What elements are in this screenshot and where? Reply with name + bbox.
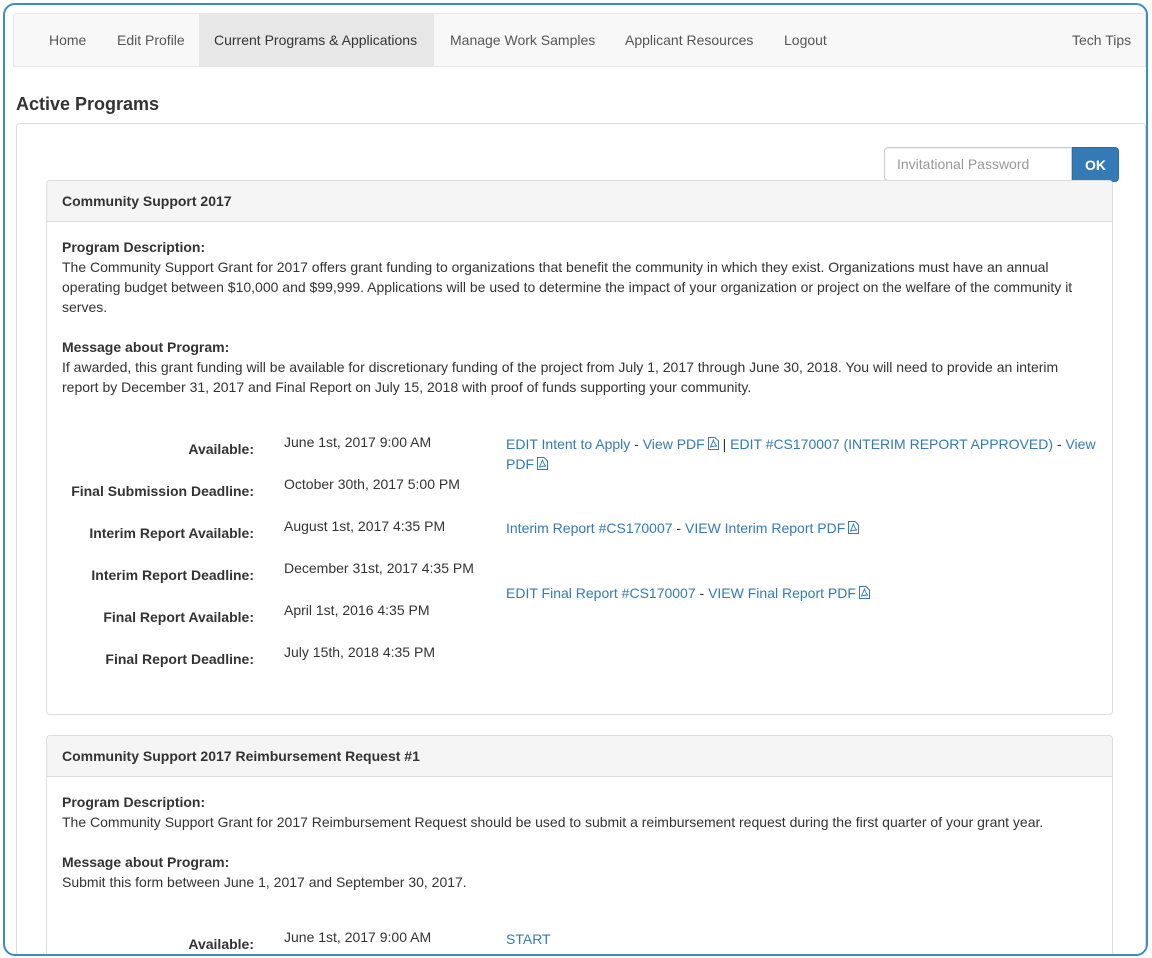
view-pdf-link-label: View PDF	[642, 436, 705, 452]
view-pdf-link[interactable]: View PDF	[643, 436, 719, 452]
program-description-label: Program Description:	[62, 239, 206, 255]
final-report-deadline-label: Final Report Deadline:	[105, 651, 254, 667]
program-panel: Community Support 2017 Program Descripti…	[46, 180, 1113, 715]
program-description: The Community Support Grant for 2017 off…	[62, 259, 1073, 315]
link-separator: -	[1053, 436, 1066, 452]
final-report-deadline-date: July 15th, 2018 4:35 PM	[284, 644, 435, 660]
final-report-available-label: Final Report Available:	[103, 609, 254, 625]
program-panel: Community Support 2017 Reimbursement Req…	[46, 735, 1113, 954]
link-separator: -	[630, 436, 643, 452]
link-separator: -	[672, 520, 685, 536]
program-title: Community Support 2017 Reimbursement Req…	[47, 736, 1112, 777]
edit-intent-link[interactable]: EDIT Intent to Apply	[506, 436, 630, 452]
program-body: Program Description: The Community Suppo…	[47, 777, 1112, 892]
application-links: EDIT Intent to Apply - View PDF | EDIT #…	[506, 434, 1096, 474]
program-body: Program Description: The Community Suppo…	[47, 222, 1112, 397]
app-frame: Home Edit Profile Current Programs & App…	[3, 3, 1148, 956]
nav-tech-tips[interactable]: Tech Tips	[1057, 14, 1146, 66]
interim-report-deadline-date: December 31st, 2017 4:35 PM	[284, 560, 474, 576]
interim-report-links: Interim Report #CS170007 - VIEW Interim …	[506, 518, 1096, 538]
top-navbar: Home Edit Profile Current Programs & App…	[13, 13, 1146, 67]
pdf-file-icon	[848, 521, 860, 534]
edit-interim-link[interactable]: EDIT #CS170007 (INTERIM REPORT APPROVED)	[730, 436, 1053, 452]
interim-report-available-date: August 1st, 2017 4:35 PM	[284, 518, 446, 534]
available-date: June 1st, 2017 9:00 AM	[284, 929, 432, 945]
available-date: June 1st, 2017 9:00 AM	[284, 434, 432, 450]
view-interim-pdf-label: VIEW Interim Report PDF	[685, 520, 846, 536]
nav-logout[interactable]: Logout	[769, 14, 842, 66]
page-title: Active Programs	[16, 94, 160, 114]
final-report-available-date: April 1st, 2016 4:35 PM	[284, 602, 430, 618]
interim-report-deadline-label: Interim Report Deadline:	[91, 567, 254, 583]
final-submission-deadline-date: October 30th, 2017 5:00 PM	[284, 476, 460, 492]
nav-manage-work-samples[interactable]: Manage Work Samples	[435, 14, 610, 66]
available-label: Available:	[188, 936, 254, 952]
application-links: START	[506, 929, 1096, 949]
link-separator: |	[718, 436, 731, 452]
nav-current-programs[interactable]: Current Programs & Applications	[199, 14, 434, 66]
interim-report-available-label: Interim Report Available:	[89, 525, 254, 541]
nav-applicant-resources[interactable]: Applicant Resources	[610, 14, 768, 66]
interim-report-link[interactable]: Interim Report #CS170007	[506, 520, 673, 536]
pdf-file-icon	[707, 437, 719, 450]
edit-final-report-link[interactable]: EDIT Final Report #CS170007	[506, 585, 696, 601]
program-message-label: Message about Program:	[62, 854, 230, 870]
program-message: Submit this form between June 1, 2017 an…	[62, 874, 467, 890]
final-report-links: EDIT Final Report #CS170007 - VIEW Final…	[506, 583, 1096, 603]
view-interim-pdf-link[interactable]: VIEW Interim Report PDF	[685, 520, 860, 536]
start-link[interactable]: START	[506, 931, 551, 947]
ok-button[interactable]: OK	[1072, 147, 1119, 182]
program-description-label: Program Description:	[62, 794, 206, 810]
view-final-pdf-link[interactable]: VIEW Final Report PDF	[708, 585, 870, 601]
program-message-label: Message about Program:	[62, 339, 230, 355]
invitational-password-input[interactable]	[884, 147, 1072, 181]
program-message: If awarded, this grant funding will be a…	[62, 359, 1059, 395]
available-label: Available:	[188, 441, 254, 457]
final-submission-deadline-label: Final Submission Deadline:	[71, 483, 254, 499]
pdf-file-icon	[537, 457, 548, 470]
program-description: The Community Support Grant for 2017 Rei…	[62, 814, 1044, 830]
pdf-file-icon	[858, 586, 870, 599]
link-separator: -	[695, 585, 709, 601]
program-title: Community Support 2017	[47, 181, 1112, 222]
nav-edit-profile[interactable]: Edit Profile	[102, 14, 200, 66]
view-final-pdf-label: VIEW Final Report PDF	[708, 585, 856, 601]
nav-home[interactable]: Home	[34, 14, 101, 66]
